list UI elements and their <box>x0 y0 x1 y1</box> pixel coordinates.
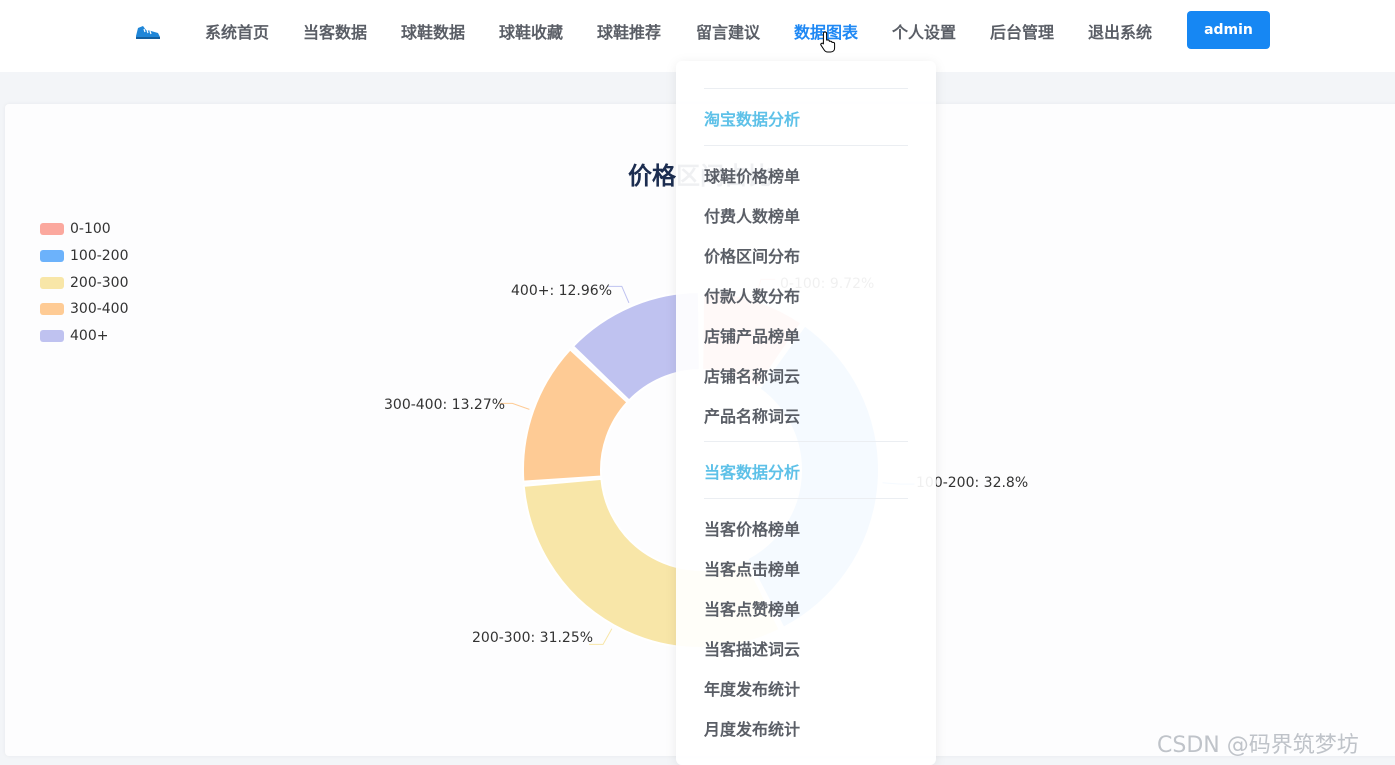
dropdown-item[interactable]: 付费人数榜单 <box>704 203 800 227</box>
dropdown-item[interactable]: 当客描述词云 <box>704 636 800 660</box>
watermark: CSDN @码界筑梦坊 <box>1157 733 1359 758</box>
pie-slice-label: 300-400: 13.27% <box>384 397 506 413</box>
dropdown-item[interactable]: 店铺名称词云 <box>704 363 800 387</box>
dropdown-item[interactable]: 年度发布统计 <box>704 676 800 700</box>
dropdown-item[interactable]: 店铺产品榜单 <box>704 323 800 347</box>
dropdown-divider <box>704 88 908 89</box>
dropdown-group-dangke: 当客数据分析 <box>704 463 801 482</box>
dropdown-item[interactable]: 月度发布统计 <box>704 716 800 740</box>
pie-slice-label: 400+: 12.96% <box>511 283 613 299</box>
dropdown-item[interactable]: 付款人数分布 <box>704 283 800 307</box>
dropdown-item[interactable]: 价格区间分布 <box>704 243 800 267</box>
pie-slice-label: 200-300: 31.25% <box>472 630 594 646</box>
dropdown-item[interactable]: 当客点赞榜单 <box>704 596 800 620</box>
dropdown-item[interactable]: 当客价格榜单 <box>704 516 800 540</box>
dropdown-item[interactable]: 当客点击榜单 <box>704 556 800 580</box>
hand-cursor-icon <box>820 31 836 53</box>
data-charts-dropdown: 淘宝数据分析 球鞋价格榜单 付费人数榜单 价格区间分布 付款人数分布 店铺产品榜单 店铺名… <box>676 61 936 765</box>
dropdown-divider <box>704 498 908 499</box>
dropdown-divider <box>704 145 908 146</box>
dropdown-item[interactable]: 球鞋价格榜单 <box>704 163 800 187</box>
dropdown-item[interactable]: 产品名称词云 <box>704 403 800 427</box>
dropdown-divider <box>704 441 908 442</box>
dropdown-group-taobao: 淘宝数据分析 <box>704 110 801 129</box>
